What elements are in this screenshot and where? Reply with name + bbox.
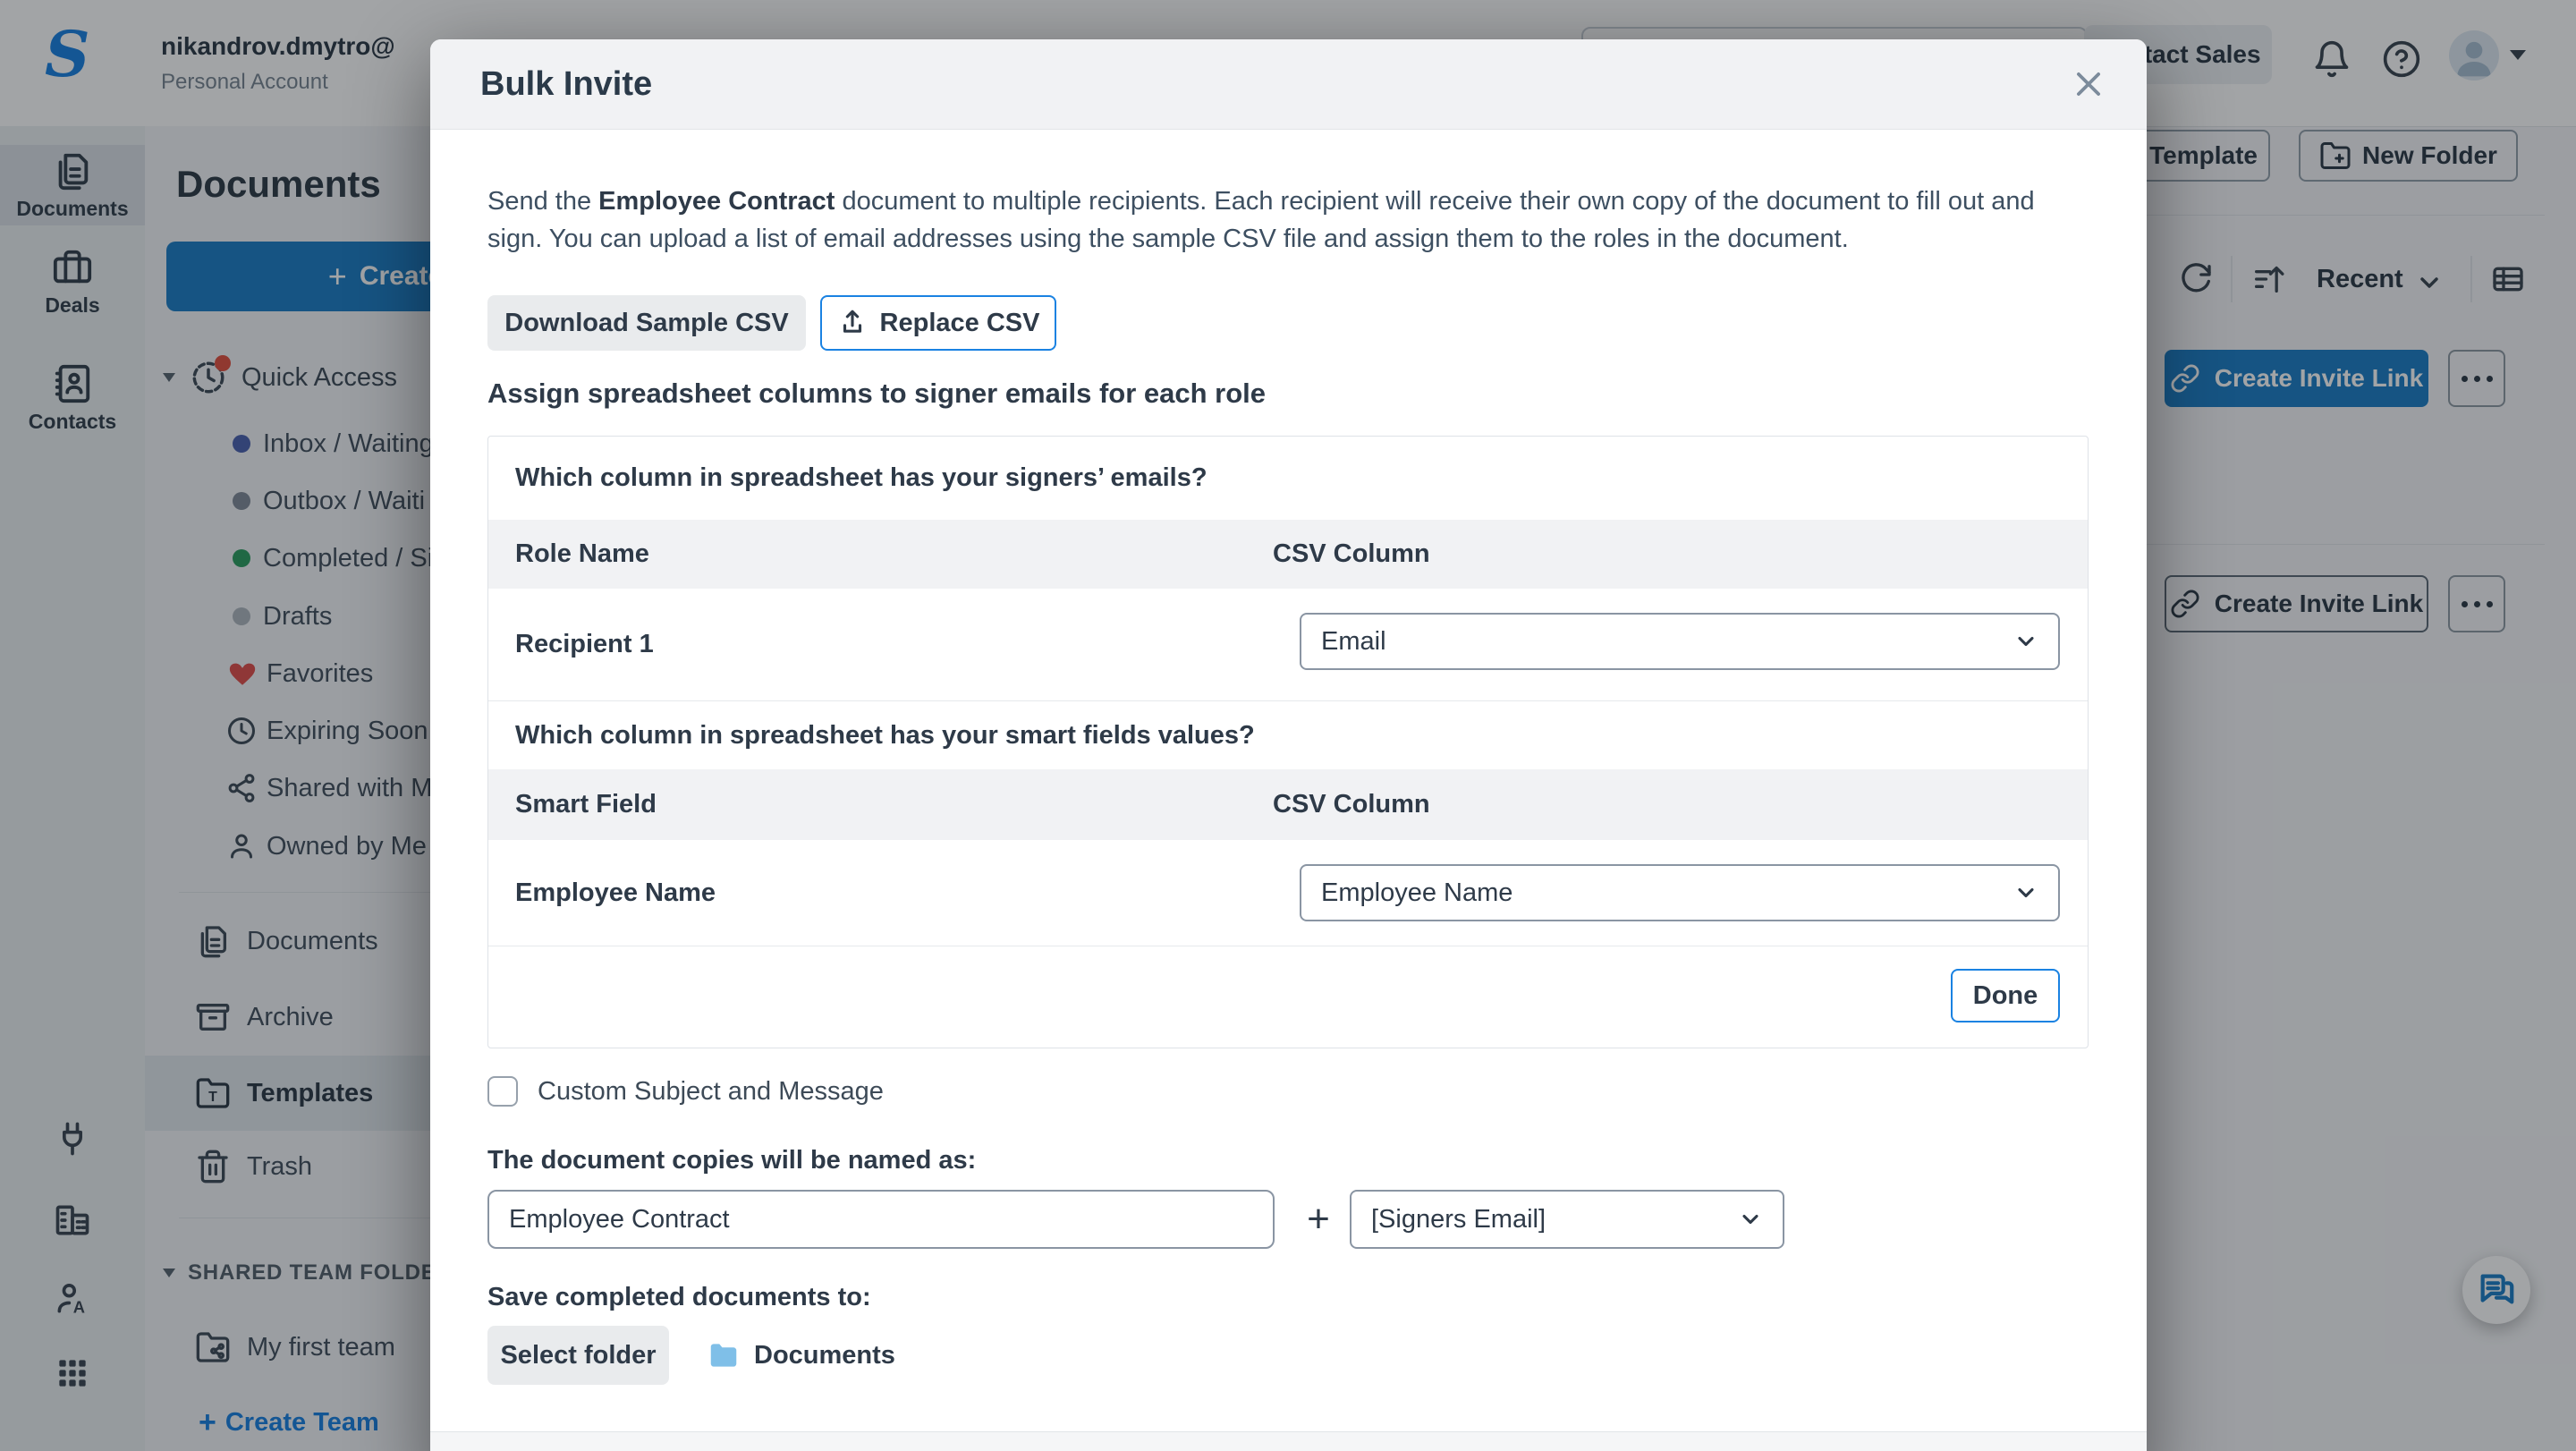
modal-description: Send the Employee Contract document to m… xyxy=(487,182,2089,258)
close-icon[interactable] xyxy=(2069,64,2108,104)
modal-footer xyxy=(430,1431,2147,1451)
download-sample-csv-button[interactable]: Download Sample CSV xyxy=(487,295,806,351)
column-header: CSV Column xyxy=(1273,539,1430,569)
chevron-down-icon xyxy=(2013,880,2038,905)
modal-title: Bulk Invite xyxy=(480,39,652,129)
mapping-section-heading: Assign spreadsheet columns to signer ema… xyxy=(487,378,1266,410)
csv-column-select-role[interactable]: Email xyxy=(1300,613,2060,670)
column-header: Smart Field xyxy=(488,790,1273,819)
custom-subject-checkbox[interactable] xyxy=(487,1076,518,1107)
app-root: S nikandrov.dmytro@ Personal Account Con… xyxy=(0,0,2576,1451)
folder-icon xyxy=(707,1338,741,1372)
name-suffix-select[interactable]: [Signers Email] xyxy=(1350,1190,1784,1249)
column-header: CSV Column xyxy=(1273,790,1430,819)
bulk-invite-modal: Bulk Invite Send the Employee Contract d… xyxy=(430,39,2147,1451)
chevron-down-icon xyxy=(1738,1207,1763,1232)
naming-label: The document copies will be named as: xyxy=(487,1146,976,1175)
custom-subject-label[interactable]: Custom Subject and Message xyxy=(538,1076,884,1107)
done-button[interactable]: Done xyxy=(1951,969,2060,1022)
chevron-down-icon xyxy=(2013,629,2038,654)
document-name-bold: Employee Contract xyxy=(598,187,835,216)
column-header: Role Name xyxy=(488,539,1273,569)
table-header-row: Role Name CSV Column xyxy=(488,520,2088,589)
table-header-row: Smart Field CSV Column xyxy=(488,769,2088,840)
replace-csv-button[interactable]: Replace CSV xyxy=(820,295,1056,351)
select-folder-button[interactable]: Select folder xyxy=(487,1326,669,1385)
column-mapping-box: Which column in spreadsheet has your sig… xyxy=(487,436,2089,1048)
upload-icon xyxy=(837,308,868,338)
csv-column-select-smart-field[interactable]: Employee Name xyxy=(1300,864,2060,921)
smart-field-cell: Employee Name xyxy=(515,840,716,946)
signers-question: Which column in spreadsheet has your sig… xyxy=(488,437,2088,520)
smart-fields-question: Which column in spreadsheet has your sma… xyxy=(488,701,2088,769)
save-to-label: Save completed documents to: xyxy=(487,1283,871,1312)
modal-header xyxy=(430,39,2147,130)
save-folder-name[interactable]: Documents xyxy=(754,1326,895,1385)
plus-icon: + xyxy=(1287,1190,1350,1249)
document-name-input[interactable] xyxy=(487,1190,1275,1249)
role-name-cell: Recipient 1 xyxy=(515,589,654,700)
